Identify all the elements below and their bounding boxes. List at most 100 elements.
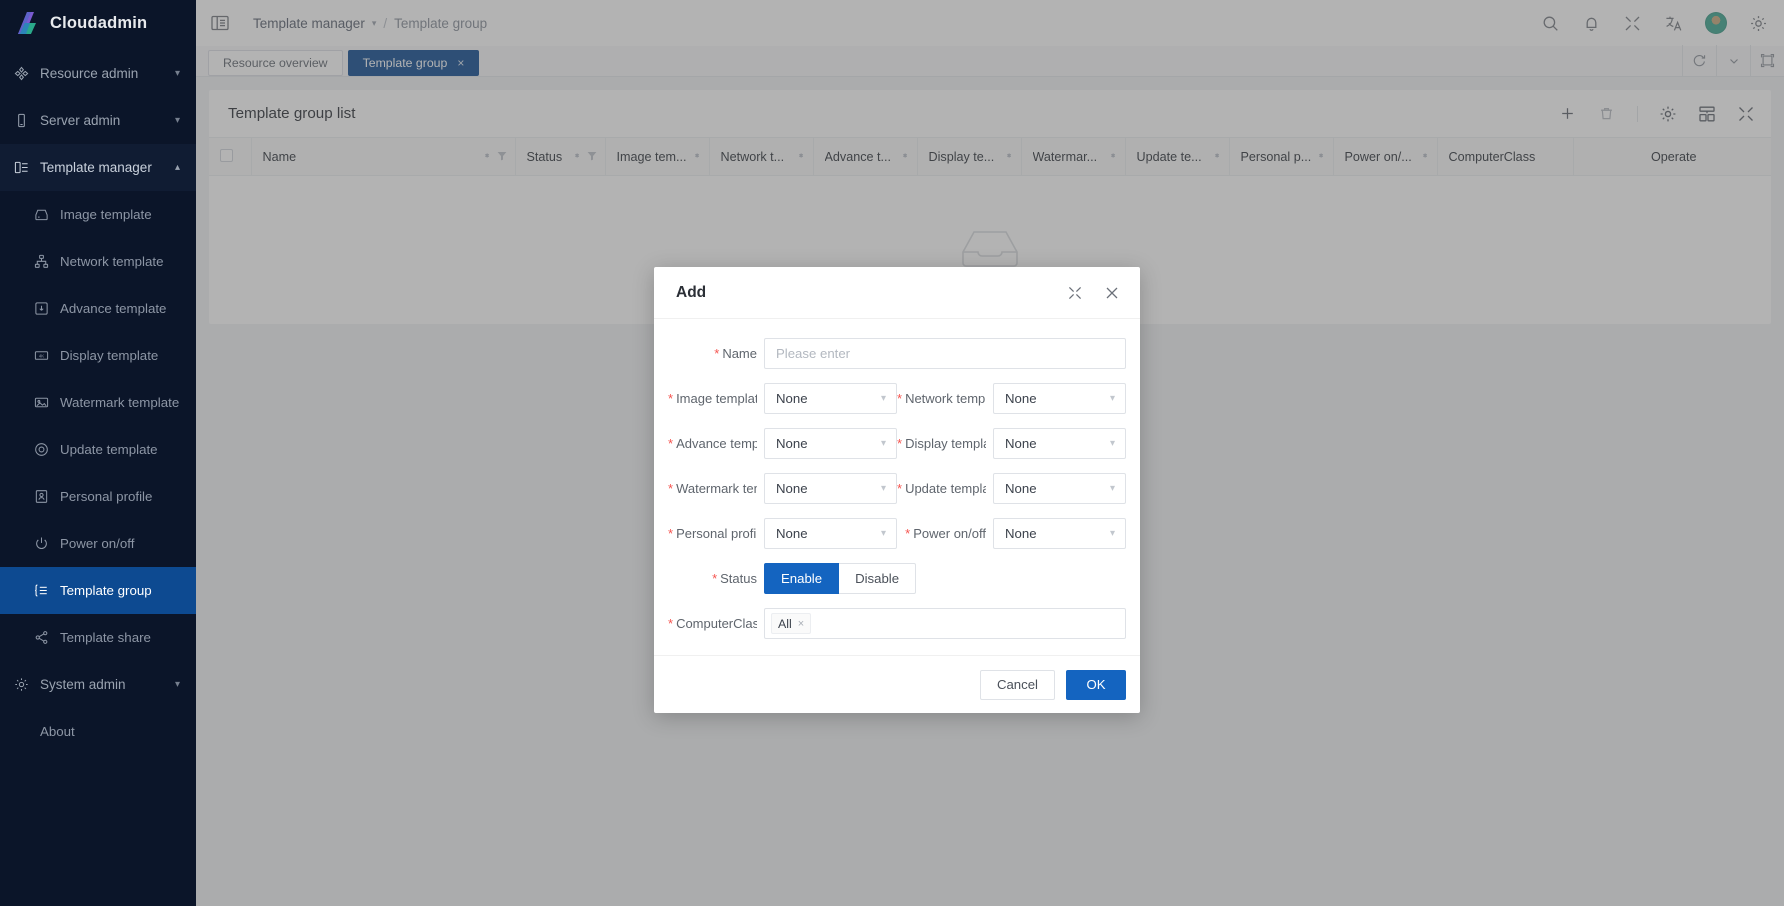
- select-value: None: [776, 391, 808, 406]
- sidebar-group-label: Template manager: [40, 160, 152, 175]
- form-row-watermark-update: * Watermark template None ▾ * Update tem…: [668, 473, 1126, 504]
- watermark-template-icon: [34, 395, 49, 410]
- ok-button[interactable]: OK: [1066, 669, 1126, 700]
- form-row-advance-display: * Advance template None ▾ * Display temp…: [668, 428, 1126, 459]
- template-group-icon: [34, 583, 49, 598]
- update-template-select[interactable]: None ▾: [993, 473, 1126, 504]
- chevron-down-icon: ▾: [1109, 483, 1115, 494]
- sidebar-item-template-share[interactable]: Template share: [0, 614, 196, 661]
- tag-item: All ×: [771, 613, 812, 634]
- sidebar-item-template-group[interactable]: Template group: [0, 567, 196, 614]
- image-template-select[interactable]: None ▾: [764, 383, 897, 414]
- sidebar-item-personal-profile[interactable]: Personal profile: [0, 473, 196, 520]
- status-segmented-control: Enable Disable: [764, 563, 917, 594]
- sidebar-item-label: Template group: [60, 583, 152, 598]
- template-manager-icon: [14, 160, 29, 175]
- cloudadmin-logo-icon: [14, 10, 40, 36]
- sidebar-item-label: Update template: [60, 442, 158, 457]
- network-template-icon: [34, 254, 49, 269]
- required-mark: *: [668, 391, 674, 406]
- tag-remove-icon[interactable]: ×: [798, 618, 804, 630]
- label-update-template: * Update template: [897, 481, 993, 496]
- sidebar-item-network-template[interactable]: Network template: [0, 238, 196, 285]
- sidebar-item-label: Power on/off: [60, 536, 135, 551]
- required-mark: *: [668, 616, 674, 631]
- display-template-icon: 4K: [34, 348, 49, 363]
- sidebar-item-display-template[interactable]: 4K Display template: [0, 332, 196, 379]
- dialog-title: Add: [676, 283, 707, 301]
- sidebar-group-resource-admin[interactable]: Resource admin ▾: [0, 50, 196, 97]
- label-text: Personal profile: [676, 526, 757, 541]
- display-template-select[interactable]: None ▾: [993, 428, 1126, 459]
- name-input[interactable]: Please enter: [764, 338, 1126, 369]
- sidebar-group-server-admin[interactable]: Server admin ▾: [0, 97, 196, 144]
- status-disable-button[interactable]: Disable: [838, 563, 917, 594]
- required-mark: *: [897, 391, 903, 406]
- required-mark: *: [897, 481, 903, 496]
- dialog-header-icons: [1067, 285, 1120, 301]
- label-image-template: * Image template: [668, 391, 764, 406]
- cancel-button[interactable]: Cancel: [979, 669, 1055, 700]
- label-text: Watermark template: [676, 481, 757, 496]
- label-text: Network template: [905, 391, 986, 406]
- sidebar-item-advance-template[interactable]: Advance template: [0, 285, 196, 332]
- sidebar-item-label: Network template: [60, 254, 164, 269]
- label-text: Name: [722, 346, 757, 361]
- dialog-header: Add: [654, 267, 1140, 319]
- label-personal-profile: * Personal profile: [668, 526, 764, 541]
- select-value: None: [776, 481, 808, 496]
- select-value: None: [776, 436, 808, 451]
- resource-icon: [14, 66, 29, 81]
- advance-template-select[interactable]: None ▾: [764, 428, 897, 459]
- sidebar-group-label: System admin: [40, 677, 126, 692]
- chevron-down-icon: ▾: [880, 528, 886, 539]
- label-network-template: * Network template: [897, 391, 993, 406]
- close-icon[interactable]: [1104, 285, 1120, 301]
- sidebar-item-label: About: [40, 724, 75, 739]
- label-text: Advance template: [676, 436, 757, 451]
- select-value: None: [1005, 436, 1037, 451]
- select-value: None: [1005, 391, 1037, 406]
- sidebar: Cloudadmin Resource admin ▾ Server admin…: [0, 0, 196, 906]
- update-template-icon: [34, 442, 49, 457]
- svg-text:4K: 4K: [39, 353, 44, 358]
- chevron-down-icon: ▾: [174, 679, 180, 690]
- form-row-image-network: * Image template None ▾ * Network templa…: [668, 383, 1126, 414]
- required-mark: *: [905, 526, 911, 541]
- computerclass-tag-input[interactable]: All ×: [764, 608, 1126, 639]
- required-mark: *: [668, 526, 674, 541]
- sidebar-group-system-admin[interactable]: System admin ▾: [0, 661, 196, 708]
- sidebar-group-template-manager[interactable]: Template manager ▴: [0, 144, 196, 191]
- chevron-down-icon: ▾: [174, 115, 180, 126]
- network-template-select[interactable]: None ▾: [993, 383, 1126, 414]
- chevron-down-icon: ▾: [1109, 393, 1115, 404]
- chevron-down-icon: ▾: [880, 438, 886, 449]
- power-on-off-select[interactable]: None ▾: [993, 518, 1126, 549]
- sidebar-item-update-template[interactable]: Update template: [0, 426, 196, 473]
- sidebar-item-watermark-template[interactable]: Watermark template: [0, 379, 196, 426]
- label-name: * Name: [668, 346, 764, 361]
- sidebar-group-label: Resource admin: [40, 66, 139, 81]
- sidebar-item-about[interactable]: About: [0, 708, 196, 755]
- label-display-template: * Display template: [897, 436, 993, 451]
- brand-logo[interactable]: Cloudadmin: [0, 0, 196, 46]
- sidebar-item-label: Template share: [60, 630, 151, 645]
- dialog-footer: Cancel OK: [654, 655, 1140, 713]
- personal-profile-select[interactable]: None ▾: [764, 518, 897, 549]
- sidebar-item-power-on-off[interactable]: Power on/off: [0, 520, 196, 567]
- personal-profile-icon: [34, 489, 49, 504]
- advance-template-icon: [34, 301, 49, 316]
- sidebar-nav: Resource admin ▾ Server admin ▾ Template…: [0, 46, 196, 755]
- required-mark: *: [714, 346, 720, 361]
- watermark-template-select[interactable]: None ▾: [764, 473, 897, 504]
- sidebar-item-image-template[interactable]: Image template: [0, 191, 196, 238]
- power-icon: [34, 536, 49, 551]
- label-text: Display template: [905, 436, 986, 451]
- status-enable-button[interactable]: Enable: [764, 563, 840, 594]
- label-watermark-template: * Watermark template: [668, 481, 764, 496]
- sidebar-group-label: Server admin: [40, 113, 121, 128]
- expand-icon[interactable]: [1067, 285, 1083, 301]
- label-text: Status: [720, 571, 757, 586]
- required-mark: *: [668, 481, 674, 496]
- add-template-group-dialog: Add * Name Please enter * Image template…: [654, 267, 1140, 713]
